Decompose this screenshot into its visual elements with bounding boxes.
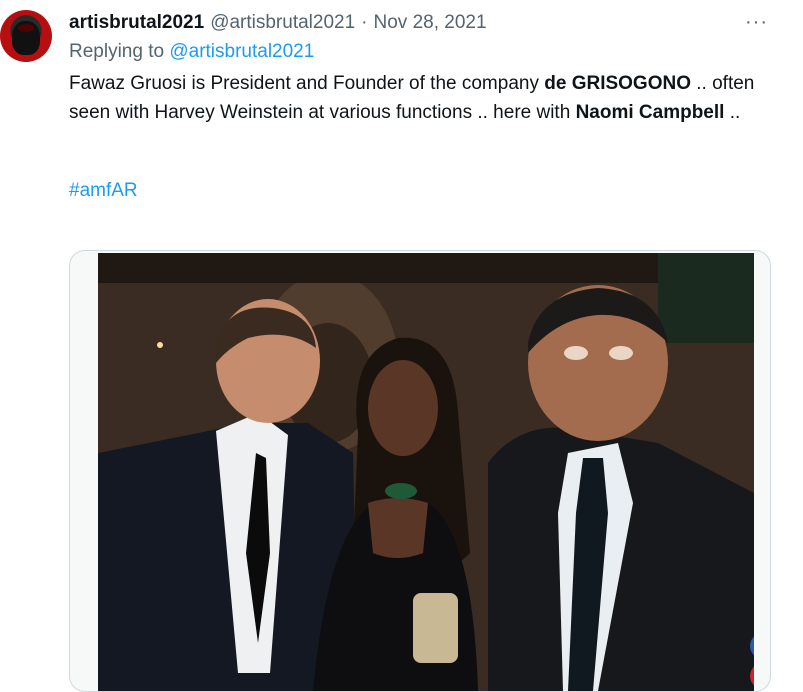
display-name[interactable]: artisbrutal2021	[69, 12, 204, 34]
replying-to: Replying to @artisbrutal2021	[69, 41, 314, 63]
tweet-text: Fawaz Gruosi is President and Founder of…	[69, 70, 769, 127]
separator-dot: ·	[361, 12, 368, 33]
avatar[interactable]	[0, 10, 52, 62]
tweet-header: artisbrutal2021 @artisbrutal2021 · Nov 2…	[69, 10, 487, 36]
company-name: de GRISOGONO	[544, 73, 691, 94]
photo-illustration	[98, 253, 754, 691]
media-card[interactable]: f P	[69, 250, 771, 692]
hashtag-link[interactable]: #amfAR	[69, 180, 138, 202]
reply-prefix: Replying to	[69, 41, 165, 62]
reply-handle-link[interactable]: @artisbrutal2021	[169, 41, 314, 62]
text-part-3: ..	[724, 101, 741, 123]
tweet-photo[interactable]: f P	[98, 253, 754, 691]
text-part-1: Fawaz Gruosi is President and Founder of…	[69, 73, 545, 94]
user-handle[interactable]: @artisbrutal2021	[210, 12, 355, 34]
avatar-glow	[18, 24, 34, 32]
person-name: Naomi Campbell	[575, 101, 725, 123]
ellipsis-icon[interactable]: ···	[745, 12, 768, 32]
tweet-date[interactable]: Nov 28, 2021	[374, 12, 487, 34]
